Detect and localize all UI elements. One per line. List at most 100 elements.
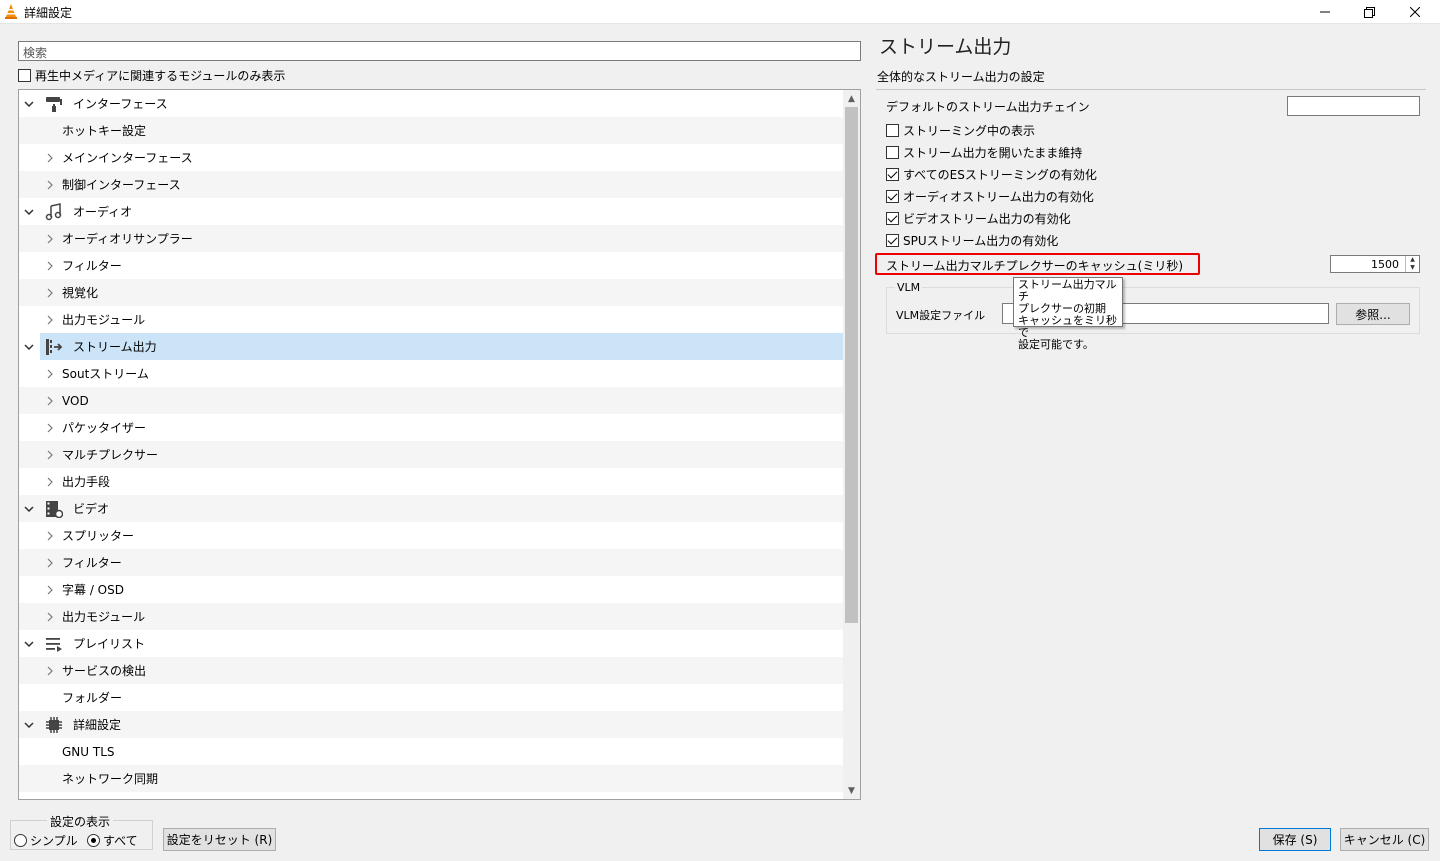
chevron-right-icon[interactable] — [45, 585, 55, 595]
checkbox-box[interactable] — [18, 69, 31, 82]
chevron-down-icon[interactable] — [24, 639, 34, 649]
tree-item[interactable]: GNU TLS — [19, 738, 844, 765]
tree-item[interactable]: マルチプレクサー — [19, 441, 844, 468]
tree-item[interactable]: オーディオリサンプラー — [19, 225, 844, 252]
simple-label: シンプル — [30, 834, 78, 848]
chevron-down-icon[interactable] — [24, 99, 34, 109]
option-label: ストリーミング中の表示 — [903, 124, 1036, 138]
tree-item[interactable]: ネットワーク同期 — [19, 765, 844, 792]
chevron-right-icon[interactable] — [45, 423, 55, 433]
tree-item[interactable]: 字幕 / OSD — [19, 576, 844, 603]
chevron-right-icon[interactable] — [45, 288, 55, 298]
chevron-right-icon[interactable] — [45, 450, 55, 460]
chevron-right-icon[interactable] — [45, 234, 55, 244]
all-radio[interactable]: すべて — [87, 832, 138, 849]
tree-item[interactable]: 出力モジュール — [19, 603, 844, 630]
radio-dot[interactable] — [14, 834, 27, 847]
simple-radio[interactable]: シンプル — [14, 832, 78, 849]
option-checkbox-row[interactable]: ストリーム出力を開いたまま維持 — [886, 144, 1082, 161]
tree-item[interactable]: 制御インターフェース — [19, 171, 844, 198]
paint-roller-icon — [45, 95, 63, 113]
checkbox-box[interactable] — [886, 124, 899, 137]
tree-label: ストリーム出力 — [73, 340, 157, 354]
chevron-right-icon[interactable] — [45, 180, 55, 190]
tree-category[interactable]: ビデオ — [19, 495, 844, 522]
reset-preferences-button[interactable]: 設定をリセット (R) — [163, 828, 276, 851]
default-chain-input[interactable] — [1287, 96, 1420, 116]
chevron-right-icon[interactable] — [45, 477, 55, 487]
checkbox-box[interactable] — [886, 146, 899, 159]
tree-item[interactable]: VOD — [19, 387, 844, 414]
tree-category[interactable]: プレイリスト — [19, 630, 844, 657]
stream-output-icon — [45, 338, 63, 356]
tree-item[interactable]: 出力手段 — [19, 468, 844, 495]
tree-item[interactable]: ホットキー設定 — [19, 117, 844, 144]
option-checkbox-row[interactable]: オーディオストリーム出力の有効化 — [886, 188, 1094, 205]
tree-item[interactable]: サービスの検出 — [19, 657, 844, 684]
tree-item[interactable]: 視覚化 — [19, 279, 844, 306]
checkbox-box[interactable] — [886, 190, 899, 203]
chevron-right-icon[interactable] — [45, 369, 55, 379]
tree-label: スプリッター — [62, 529, 135, 543]
checkbox-box[interactable] — [886, 212, 899, 225]
tree-item[interactable]: Soutストリーム — [19, 360, 844, 387]
tree-category[interactable]: 詳細設定 — [19, 711, 844, 738]
chevron-right-icon[interactable] — [45, 315, 55, 325]
scroll-down-arrow[interactable]: ▼ — [843, 782, 860, 799]
chevron-down-icon[interactable] — [24, 504, 34, 514]
search-input[interactable]: 検索 — [18, 41, 861, 61]
chevron-down-icon[interactable] — [24, 207, 34, 217]
save-button[interactable]: 保存 (S) — [1259, 828, 1331, 851]
chevron-right-icon[interactable] — [45, 612, 55, 622]
minimize-button[interactable] — [1302, 0, 1348, 24]
tree-category[interactable]: ストリーム出力 — [24, 333, 844, 360]
vlm-group-legend: VLM — [895, 281, 923, 294]
tree-category[interactable]: インターフェース — [19, 90, 844, 117]
close-button[interactable] — [1392, 0, 1438, 24]
chevron-down-icon[interactable] — [24, 720, 34, 730]
scroll-up-arrow[interactable]: ▲ — [843, 90, 860, 107]
cancel-button[interactable]: キャンセル (C) — [1340, 828, 1429, 851]
category-tree[interactable]: インターフェース ホットキー設定メインインターフェース 制御インターフェースオーディ… — [18, 89, 861, 800]
chevron-right-icon[interactable] — [45, 666, 55, 676]
tree-label: フォルダー — [62, 691, 123, 705]
restore-button[interactable] — [1346, 0, 1392, 24]
cache-spinbox[interactable]: 1500 ▲ ▼ — [1330, 255, 1420, 273]
tree-item[interactable]: フォルダー — [19, 684, 844, 711]
option-checkbox-row[interactable]: ビデオストリーム出力の有効化 — [886, 210, 1071, 227]
tree-label: メインインターフェース — [62, 151, 193, 165]
radio-dot[interactable] — [87, 834, 100, 847]
tree-item[interactable]: フィルター — [19, 549, 844, 576]
tree-category[interactable]: オーディオ — [19, 198, 844, 225]
tree-item[interactable]: メインインターフェース — [19, 144, 844, 171]
scroll-thumb[interactable] — [845, 107, 858, 623]
cache-value: 1500 — [1371, 258, 1399, 271]
spin-down-icon[interactable]: ▼ — [1406, 264, 1419, 272]
option-label: ストリーム出力を開いたまま維持 — [903, 146, 1083, 160]
only-current-checkbox[interactable]: 再生中メディアに関連するモジュールのみ表示 — [18, 67, 285, 84]
tree-scrollbar[interactable]: ▲ ▼ — [843, 90, 860, 799]
option-checkbox-row[interactable]: SPUストリーム出力の有効化 — [886, 232, 1058, 249]
spin-up-icon[interactable]: ▲ — [1406, 256, 1419, 264]
chevron-right-icon[interactable] — [45, 153, 55, 163]
tree-item[interactable]: 出力モジュール — [19, 306, 844, 333]
chevron-down-icon[interactable] — [24, 342, 34, 352]
tooltip: ストリーム出力マルチ プレクサーの初期 キャッシュをミリ秒で 設定可能です。 — [1013, 277, 1123, 351]
tree-item[interactable]: スプリッター — [19, 522, 844, 549]
chevron-right-icon[interactable] — [45, 396, 55, 406]
browse-button[interactable]: 参照... — [1336, 303, 1410, 325]
tree-label: 視覚化 — [62, 286, 99, 300]
option-label: すべてのESストリーミングの有効化 — [903, 168, 1097, 182]
checkbox-box[interactable] — [886, 168, 899, 181]
option-label: ビデオストリーム出力の有効化 — [903, 212, 1071, 226]
tree-label: 制御インターフェース — [62, 178, 181, 192]
checkbox-box[interactable] — [886, 234, 899, 247]
option-checkbox-row[interactable]: ストリーミング中の表示 — [886, 122, 1035, 139]
tree-item[interactable]: フィルター — [19, 252, 844, 279]
chevron-right-icon[interactable] — [45, 261, 55, 271]
chevron-right-icon[interactable] — [45, 558, 55, 568]
spin-arrows[interactable]: ▲ ▼ — [1405, 256, 1419, 272]
option-checkbox-row[interactable]: すべてのESストリーミングの有効化 — [886, 166, 1097, 183]
chevron-right-icon[interactable] — [45, 531, 55, 541]
tree-item[interactable]: パケッタイザー — [19, 414, 844, 441]
